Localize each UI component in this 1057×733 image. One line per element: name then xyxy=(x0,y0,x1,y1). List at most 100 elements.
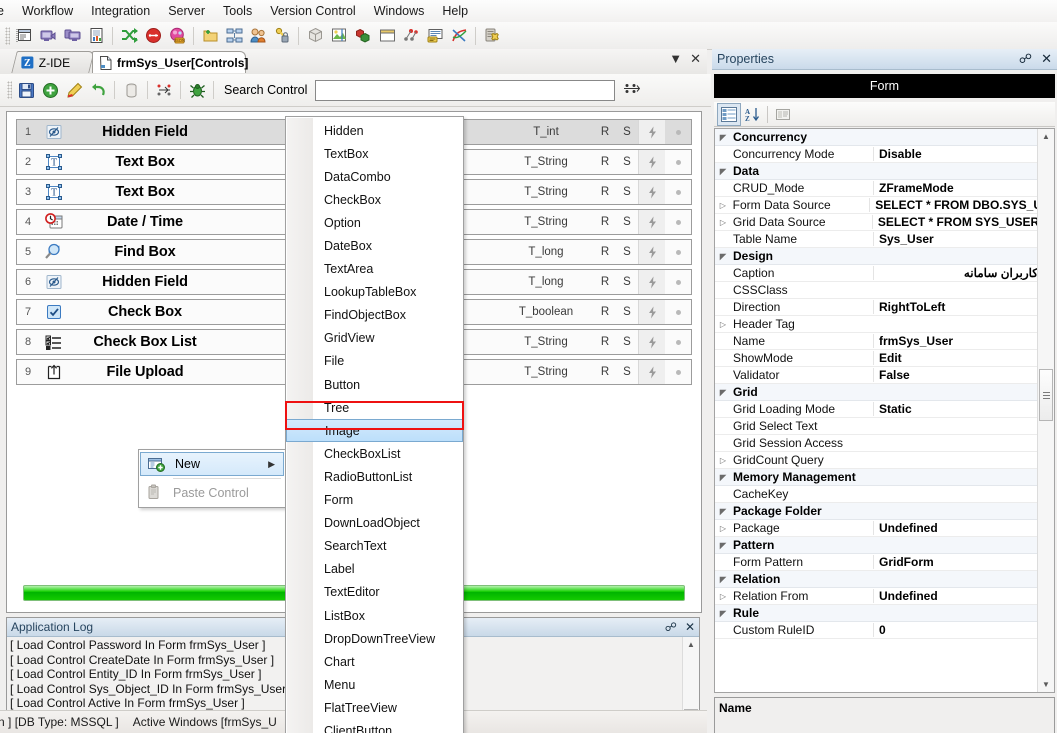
folder-add-icon[interactable] xyxy=(198,24,222,47)
record-icon[interactable] xyxy=(141,24,165,47)
menu-item-listbox[interactable]: ListBox xyxy=(286,604,463,627)
control-required-flag[interactable]: R xyxy=(594,186,616,198)
properties-grid[interactable]: ◤ Concurrency Concurrency Mode Disable ◤ Data… xyxy=(714,128,1055,693)
expand-icon[interactable]: ▷ xyxy=(715,592,731,601)
expand-icon[interactable]: ▷ xyxy=(715,201,731,210)
property-value[interactable]: Sys_User xyxy=(873,232,1038,246)
menu-item-tools[interactable]: Tools xyxy=(214,1,261,22)
expand-icon[interactable]: ▷ xyxy=(715,524,731,533)
menu-item-datacombo[interactable]: DataCombo xyxy=(286,165,463,188)
collapse-icon[interactable]: ◤ xyxy=(715,473,731,482)
new-form-icon[interactable] xyxy=(12,24,36,47)
collapse-icon[interactable]: ◤ xyxy=(715,252,731,261)
property-category[interactable]: ◤ Rule xyxy=(715,605,1038,622)
event-icon[interactable] xyxy=(638,210,665,234)
property-row[interactable]: ▷ Form Data Source SELECT * FROM DBO.SYS_… xyxy=(715,197,1038,214)
deploy-settings-icon[interactable] xyxy=(480,24,504,47)
menu-item-flattreeview[interactable]: FlatTreeView xyxy=(286,696,463,719)
event-icon[interactable] xyxy=(638,300,665,324)
categorized-view-button[interactable] xyxy=(717,102,741,126)
menu-item-findobjectbox[interactable]: FindObjectBox xyxy=(286,304,463,327)
control-required-flag[interactable]: R xyxy=(594,276,616,288)
menu-item-tree[interactable]: Tree xyxy=(286,396,463,419)
control-search-flag[interactable]: S xyxy=(616,366,638,378)
scrollbar-thumb[interactable] xyxy=(1039,369,1053,421)
pin-icon[interactable]: ☍ xyxy=(1019,51,1032,67)
scroll-up-arrow[interactable]: ▲ xyxy=(683,637,699,652)
menu-item-label[interactable]: Label xyxy=(286,558,463,581)
close-icon[interactable]: ✕ xyxy=(690,52,701,66)
property-row[interactable]: ▷ GridCount Query xyxy=(715,452,1038,469)
menu-item-texteditor[interactable]: TextEditor xyxy=(286,581,463,604)
property-row[interactable]: ShowMode Edit xyxy=(715,350,1038,367)
save-icon[interactable] xyxy=(14,79,38,102)
property-row[interactable]: ▷ Relation From Undefined xyxy=(715,588,1038,605)
event-icon[interactable] xyxy=(638,270,665,294)
property-category[interactable]: ◤ Pattern xyxy=(715,537,1038,554)
chart-icon[interactable] xyxy=(447,24,471,47)
copy-screen-icon[interactable] xyxy=(60,24,84,47)
menu-item-textbox[interactable]: TextBox xyxy=(286,142,463,165)
event-icon[interactable] xyxy=(638,120,665,144)
menu-item-checkboxlist[interactable]: CheckBoxList xyxy=(286,442,463,465)
property-row[interactable]: Caption کاربران سامانه xyxy=(715,265,1038,282)
property-row[interactable]: Direction RightToLeft xyxy=(715,299,1038,316)
control-required-flag[interactable]: R xyxy=(594,306,616,318)
menu-item-clientbutton[interactable]: ClientButton xyxy=(286,719,463,733)
property-category[interactable]: ◤ Design xyxy=(715,248,1038,265)
menu-item-dropdowntreeview[interactable]: DropDownTreeView xyxy=(286,627,463,650)
properties-scrollbar[interactable]: ▲ ▼ xyxy=(1037,129,1054,692)
hierarchy-icon[interactable] xyxy=(222,24,246,47)
menu-item-file[interactable]: File xyxy=(286,350,463,373)
align-icon[interactable] xyxy=(152,79,176,102)
scroll-up-arrow[interactable]: ▲ xyxy=(1038,129,1054,144)
property-row[interactable]: ▷ Header Tag xyxy=(715,316,1038,333)
menu-item-gridview[interactable]: GridView xyxy=(286,327,463,350)
property-pages-button[interactable] xyxy=(772,104,794,125)
property-category[interactable]: ◤ Memory Management xyxy=(715,469,1038,486)
json-ball-icon[interactable]: JSON xyxy=(165,24,189,47)
menu-item-datebox[interactable]: DateBox xyxy=(286,234,463,257)
property-value[interactable]: ZFrameMode xyxy=(873,181,1038,195)
control-required-flag[interactable]: R xyxy=(594,216,616,228)
expand-icon[interactable]: ▷ xyxy=(715,218,731,227)
collapse-icon[interactable]: ◤ xyxy=(715,609,731,618)
objects-icon[interactable] xyxy=(351,24,375,47)
context-menu-control-types[interactable]: Hidden TextBox DataCombo CheckBox Option Date… xyxy=(285,116,464,733)
menu-item-image[interactable]: Image xyxy=(286,419,463,443)
property-row[interactable]: ▷ Package Undefined xyxy=(715,520,1038,537)
move-handle-icon[interactable] xyxy=(623,81,641,99)
menu-item-checkbox[interactable]: CheckBox xyxy=(286,188,463,211)
property-value[interactable]: کاربران سامانه xyxy=(873,266,1038,280)
menu-item-hidden[interactable]: Hidden xyxy=(286,119,463,142)
shuffle-icon[interactable] xyxy=(117,24,141,47)
property-value[interactable]: SELECT * FROM SYS_USER xyxy=(871,215,1038,229)
property-value[interactable]: SELECT * FROM DBO.SYS_U xyxy=(869,198,1038,212)
map-image-icon[interactable] xyxy=(327,24,351,47)
collapse-icon[interactable]: ◤ xyxy=(715,133,731,142)
form-card-icon[interactable] xyxy=(423,24,447,47)
search-control-input[interactable] xyxy=(315,79,616,101)
control-required-flag[interactable]: R xyxy=(594,156,616,168)
collapse-icon[interactable]: ◤ xyxy=(715,541,731,550)
key-lock-icon[interactable] xyxy=(270,24,294,47)
tab-z-ide[interactable]: Z Z-IDE xyxy=(11,51,95,73)
property-row[interactable]: Concurrency Mode Disable xyxy=(715,146,1038,163)
property-row[interactable]: Form Pattern GridForm xyxy=(715,554,1038,571)
property-category[interactable]: ◤ Relation xyxy=(715,571,1038,588)
property-row[interactable]: Grid Loading Mode Static xyxy=(715,401,1038,418)
add-icon[interactable] xyxy=(38,79,62,102)
close-icon[interactable]: ✕ xyxy=(1041,51,1052,67)
expand-icon[interactable]: ▷ xyxy=(715,320,731,329)
expand-icon[interactable]: ▷ xyxy=(715,456,731,465)
control-search-flag[interactable]: S xyxy=(616,246,638,258)
control-required-flag[interactable]: R xyxy=(594,366,616,378)
menu-item-paste-control[interactable]: Paste Control xyxy=(139,481,285,505)
properties-object-selector[interactable]: Form xyxy=(714,74,1055,98)
property-category[interactable]: ◤ Package Folder xyxy=(715,503,1038,520)
menu-item-version-control[interactable]: Version Control xyxy=(261,1,364,22)
edit-icon[interactable] xyxy=(62,79,86,102)
package-icon[interactable] xyxy=(303,24,327,47)
close-icon[interactable]: ✕ xyxy=(685,620,695,634)
bug-icon[interactable] xyxy=(185,79,209,102)
